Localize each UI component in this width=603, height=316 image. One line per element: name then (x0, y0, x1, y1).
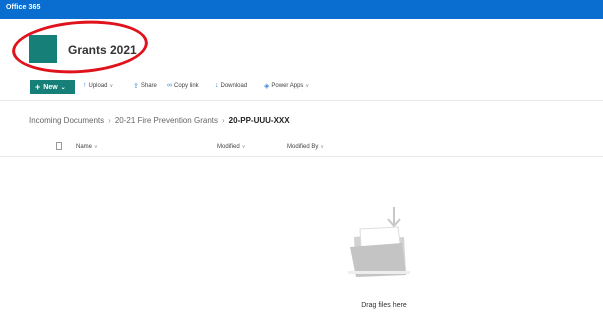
plus-icon: + (35, 81, 41, 92)
chevron-down-icon: ⌄ (60, 84, 66, 91)
upload-icon: ↑ (83, 82, 87, 89)
chevron-right-icon: › (108, 116, 111, 125)
column-header-label: Name (76, 144, 93, 150)
annotation-circle (10, 16, 150, 78)
download-button[interactable]: ↓ Download (215, 82, 247, 89)
command-bar-divider (0, 100, 603, 101)
file-type-icon (56, 142, 62, 150)
chevron-down-icon: ∨ (305, 83, 310, 89)
column-header-name[interactable]: Name ∨ (76, 144, 98, 150)
office-365-brand[interactable]: Office 365 (6, 4, 40, 11)
link-icon: ∞ (167, 82, 172, 89)
power-apps-button[interactable]: ◈ Power Apps ∨ (264, 82, 309, 90)
chevron-down-icon: ∨ (241, 144, 246, 150)
breadcrumb-item[interactable]: Incoming Documents (29, 116, 104, 125)
chevron-down-icon: ∨ (94, 144, 98, 150)
upload-label: Upload (88, 82, 108, 89)
copy-link-label: Copy link (174, 82, 199, 89)
suite-bar: Office 365 (0, 0, 603, 19)
breadcrumb-item[interactable]: 20-21 Fire Prevention Grants (115, 116, 218, 125)
share-icon: ⇪ (133, 83, 139, 90)
power-apps-label: Power Apps (271, 83, 304, 89)
empty-state-message: Drag files here (361, 302, 407, 309)
chevron-down-icon: ∨ (109, 82, 114, 89)
power-apps-icon: ◈ (264, 83, 270, 90)
share-label: Share (140, 83, 157, 89)
chevron-right-icon: › (222, 116, 225, 125)
breadcrumb: Incoming Documents › 20-21 Fire Preventi… (29, 116, 290, 125)
column-header-label: Modified (217, 144, 240, 150)
column-header-modified-by[interactable]: Modified By ∨ (287, 144, 324, 150)
column-header-modified[interactable]: Modified ∨ (217, 144, 245, 150)
share-button[interactable]: ⇪ Share (133, 82, 157, 90)
chevron-down-icon: ∨ (320, 144, 325, 150)
breadcrumb-current: 20-PP-UUU-XXX (228, 116, 290, 125)
download-icon: ↓ (215, 82, 219, 89)
upload-button[interactable]: ↑ Upload ∨ (83, 82, 113, 89)
empty-folder-icon (346, 205, 416, 285)
column-header-label: Modified By (287, 144, 319, 150)
download-label: Download (220, 82, 248, 89)
new-button[interactable]: + New ⌄ (30, 80, 75, 94)
new-button-label: New (43, 83, 58, 91)
copy-link-button[interactable]: ∞ Copy link (167, 82, 199, 89)
